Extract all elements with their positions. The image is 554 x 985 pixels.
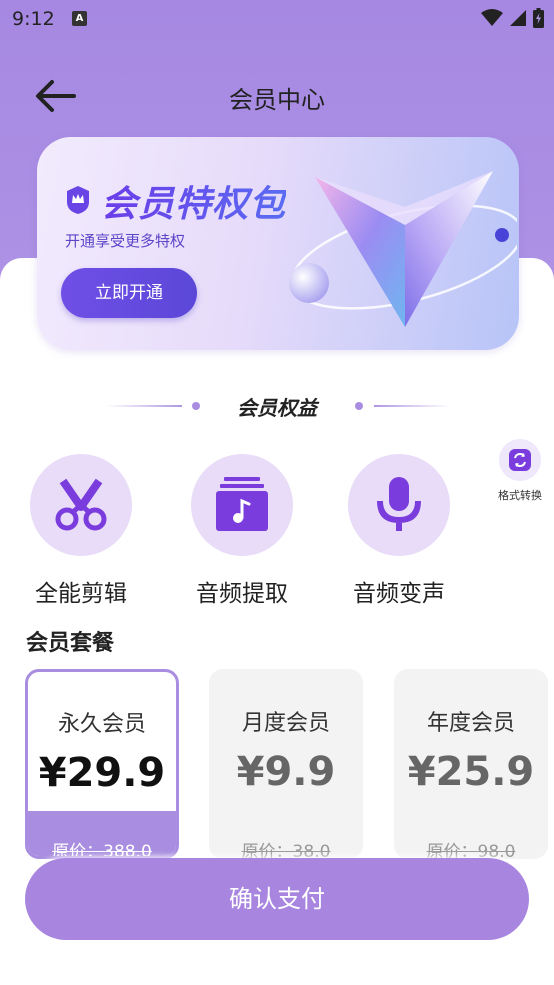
banner-title: 会员特权包	[101, 175, 286, 227]
confirm-payment-button[interactable]: 确认支付	[25, 858, 529, 940]
feature-label: 音频提取	[196, 581, 288, 607]
vip-banner: 会员特权包 开通享受更多特权 立即开通	[37, 137, 519, 350]
feature-voice-change[interactable]: 音频变声	[329, 454, 469, 608]
plans-title: 会员套餐	[26, 631, 115, 656]
music-album-icon	[216, 477, 268, 531]
feature-icon-background	[348, 454, 450, 556]
wifi-icon	[481, 9, 503, 26]
signal-icon	[510, 10, 526, 26]
plan-card-monthly[interactable]: 月度会员 ¥9.9 原价：38.0	[209, 669, 363, 859]
plan-price: ¥25.9	[407, 749, 535, 795]
convert-icon	[509, 449, 531, 471]
feature-icon-background	[191, 454, 293, 556]
page-title: 会员中心	[229, 86, 325, 114]
benefits-heading: 会员权益	[237, 396, 317, 420]
v-logo-graphic	[289, 171, 517, 327]
scissors-icon	[55, 478, 107, 531]
plan-price: ¥9.9	[236, 749, 336, 795]
format-convert-shortcut[interactable]: 格式转换	[494, 439, 546, 503]
plan-price: ¥29.9	[38, 750, 166, 796]
status-bar: 9:12 A	[0, 0, 554, 40]
plan-name: 永久会员	[57, 712, 146, 737]
feature-label: 音频变声	[353, 581, 445, 607]
feature-icon-background	[30, 454, 132, 556]
feature-audio-extract[interactable]: 音频提取	[172, 454, 312, 608]
banner-subtitle: 开通享受更多特权	[65, 232, 186, 250]
plan-card-lifetime[interactable]: 永久会员 ¥29.9 原价：388.0	[25, 669, 179, 859]
status-time: 9:12	[12, 8, 55, 30]
notification-a-icon: A	[72, 11, 87, 26]
divider-dot	[355, 402, 363, 410]
battery-charging-icon	[533, 8, 544, 28]
plan-name: 月度会员	[241, 711, 330, 736]
plan-card-yearly[interactable]: 年度会员 ¥25.9 原价：98.0	[394, 669, 548, 859]
crown-shield-icon	[67, 186, 89, 214]
format-convert-background	[499, 439, 541, 481]
status-icons	[481, 8, 544, 28]
benefits-header: 会员权益	[0, 392, 554, 420]
feature-label: 全能剪辑	[35, 581, 127, 607]
divider-line	[374, 405, 450, 407]
open-now-button[interactable]: 立即开通	[61, 268, 197, 318]
feature-full-editing[interactable]: 全能剪辑	[11, 454, 151, 608]
plan-original-price: 原价：98.0	[426, 842, 516, 859]
plan-original-price: 原价：38.0	[241, 842, 331, 859]
plan-original-price: 原价：388.0	[52, 842, 152, 859]
microphone-icon	[377, 477, 421, 531]
format-convert-label: 格式转换	[498, 489, 542, 502]
plan-name: 年度会员	[426, 711, 515, 736]
